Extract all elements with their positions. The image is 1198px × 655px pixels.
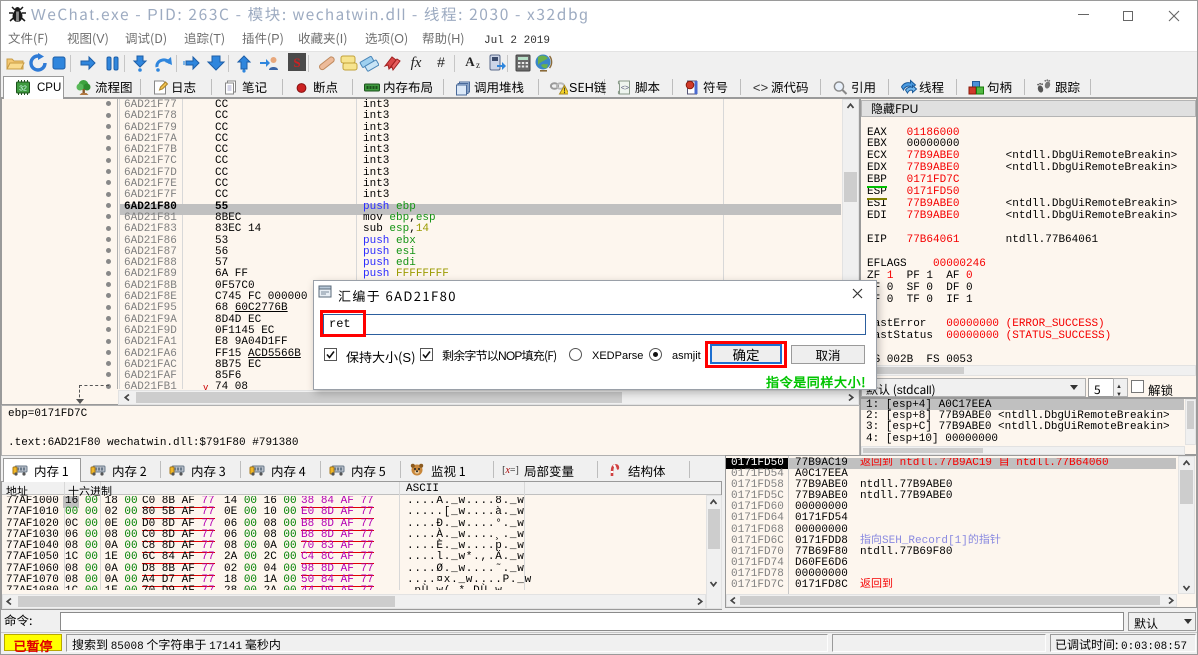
svg-text:A: A bbox=[465, 54, 475, 69]
svg-text:<>: <> bbox=[753, 81, 769, 96]
svg-text:S: S bbox=[293, 55, 300, 70]
svg-text:[x=]: [x=] bbox=[502, 465, 519, 476]
svg-text:<>: <> bbox=[621, 83, 629, 93]
svg-text:z: z bbox=[476, 60, 480, 70]
svg-text:#: # bbox=[437, 54, 445, 70]
svg-text:!: ! bbox=[563, 86, 565, 96]
svg-text:fx: fx bbox=[411, 55, 422, 71]
svg-text:32: 32 bbox=[19, 86, 27, 93]
